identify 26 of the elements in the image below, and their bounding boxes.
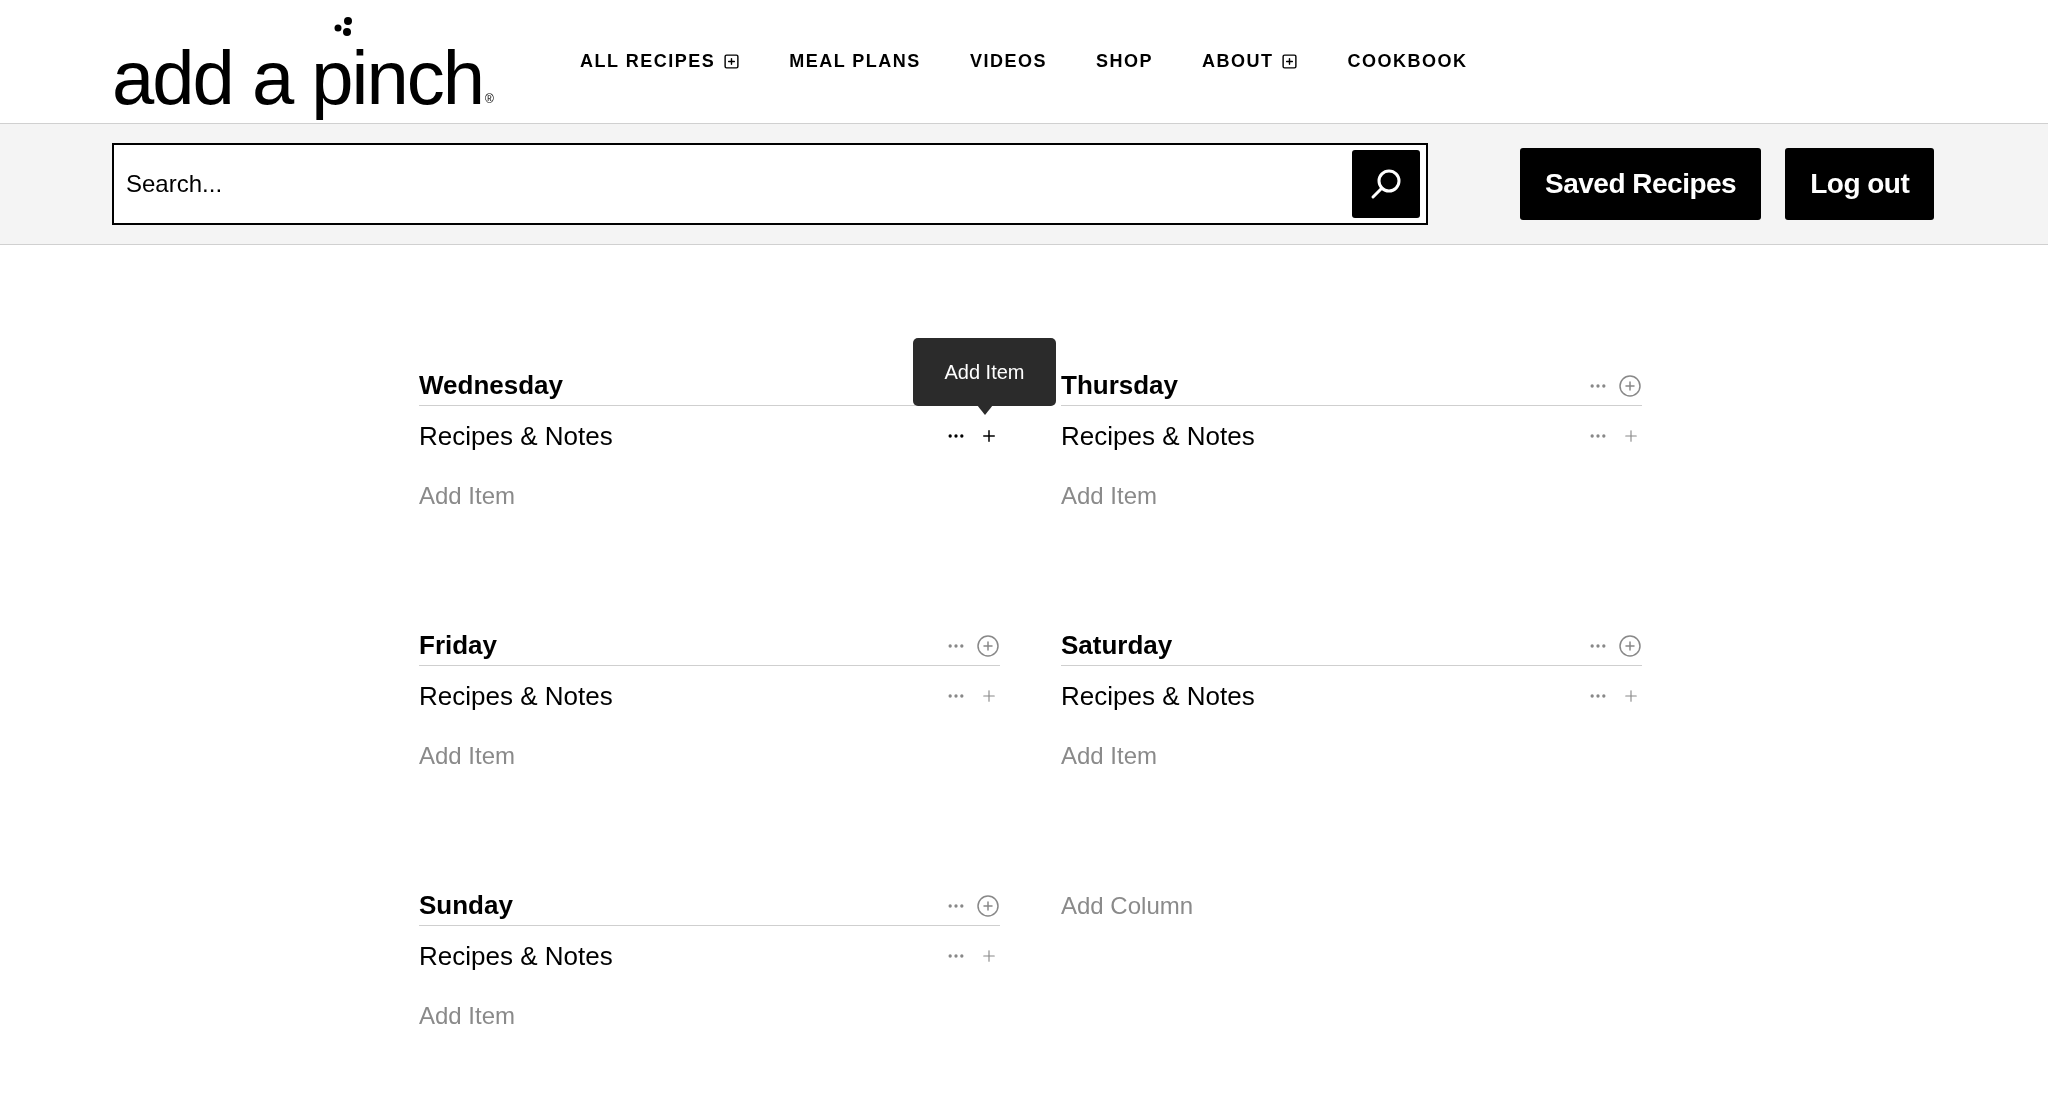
header-button[interactable]: Log out bbox=[1785, 148, 1935, 220]
expand-icon bbox=[1281, 53, 1299, 70]
day-title: Friday bbox=[419, 629, 498, 662]
day-title: Thursday bbox=[1061, 369, 1179, 402]
section-title: Recipes & Notes bbox=[419, 939, 613, 973]
day-title: Sunday bbox=[419, 889, 513, 922]
nav-link[interactable]: ALL RECIPES bbox=[580, 48, 741, 75]
search-icon bbox=[1369, 167, 1403, 201]
section-title: Recipes & Notes bbox=[419, 679, 613, 713]
add-icon[interactable] bbox=[980, 427, 998, 445]
nav-link[interactable]: VIDEOS bbox=[969, 48, 1047, 75]
section-title: Recipes & Notes bbox=[419, 419, 613, 453]
tooltip-pointer-icon bbox=[977, 405, 993, 415]
header-button[interactable]: Saved Recipes bbox=[1520, 148, 1762, 220]
nav-link[interactable]: ABOUT bbox=[1201, 48, 1299, 75]
search-button[interactable] bbox=[1352, 150, 1420, 218]
day-title: Wednesday bbox=[419, 369, 563, 402]
section-title: Recipes & Notes bbox=[1061, 419, 1255, 453]
nav-link[interactable]: SHOP bbox=[1095, 48, 1153, 75]
nav-link[interactable]: COOKBOOK bbox=[1347, 48, 1468, 75]
section-title: Recipes & Notes bbox=[1061, 679, 1255, 713]
search-input[interactable]: Search... bbox=[126, 166, 1352, 202]
day-title: Saturday bbox=[1061, 629, 1173, 662]
expand-icon bbox=[723, 53, 741, 70]
nav-link[interactable]: MEAL PLANS bbox=[789, 48, 921, 75]
search-field[interactable]: Search... bbox=[112, 143, 1428, 225]
